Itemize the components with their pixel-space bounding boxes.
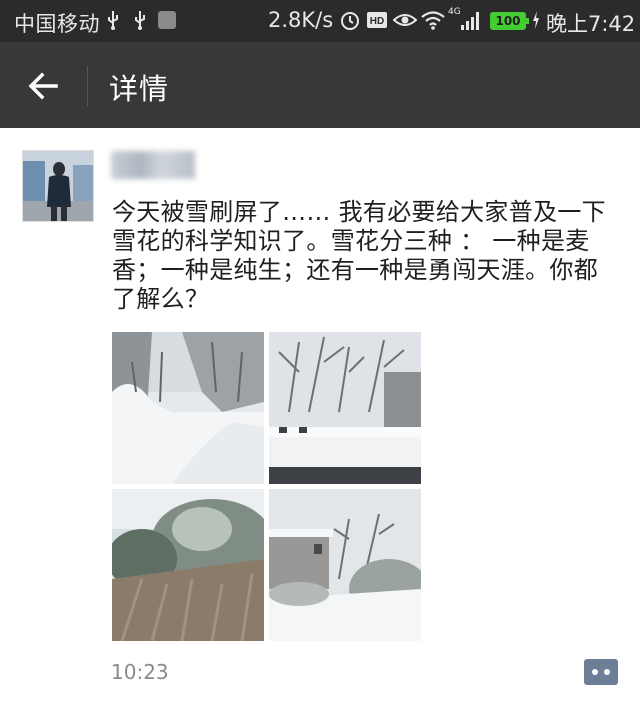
status-bar: 中国移动 2.8K/s HD 4G 100 晚上7:42: [0, 0, 640, 42]
photo-2[interactable]: [269, 332, 421, 484]
comment-icon: [592, 669, 598, 675]
carrier-name: 中国移动: [14, 12, 100, 36]
frosted-bushes-photo: [112, 489, 264, 641]
photo-3[interactable]: [112, 489, 264, 641]
title-divider: [87, 66, 88, 106]
avatar[interactable]: [22, 150, 94, 222]
alarm-icon: [341, 12, 359, 30]
back-button[interactable]: [22, 64, 66, 108]
eye-icon: [393, 14, 417, 26]
title-bar: 详情: [0, 42, 640, 128]
network-speed: 2.8K/s: [268, 8, 334, 32]
hd-icon: HD: [367, 12, 387, 28]
snowy-road-photo: [112, 332, 264, 484]
signal-icon: [461, 12, 479, 30]
comment-button[interactable]: [584, 659, 618, 685]
usb-debug-icon: [135, 11, 145, 30]
username[interactable]: [111, 151, 195, 179]
post-time: 10:23: [111, 660, 169, 684]
snowy-rooftop-photo: [269, 332, 421, 484]
battery-indicator: 100: [490, 12, 529, 30]
page-title: 详情: [109, 72, 170, 106]
charging-icon: [533, 11, 539, 29]
clock: 晚上7:42: [546, 12, 636, 36]
post-text: 今天被雪刷屏了…… 我有必要给大家普及一下雪花的科学知识了。雪花分三种 ： 一种…: [112, 198, 606, 313]
snowy-house-photo: [269, 489, 421, 641]
username-blur: [111, 151, 195, 179]
photo-1[interactable]: [112, 332, 264, 484]
network-type: 4G: [448, 7, 461, 17]
photo-4[interactable]: [269, 489, 421, 641]
wifi-icon: [421, 11, 445, 30]
app-notification-icon: [158, 11, 176, 29]
usb-icon: [108, 11, 118, 30]
svg-text:HD: HD: [370, 16, 384, 27]
arrow-left-icon: [28, 72, 58, 100]
comment-icon-dot: [604, 669, 610, 675]
avatar-photo: [23, 151, 93, 221]
